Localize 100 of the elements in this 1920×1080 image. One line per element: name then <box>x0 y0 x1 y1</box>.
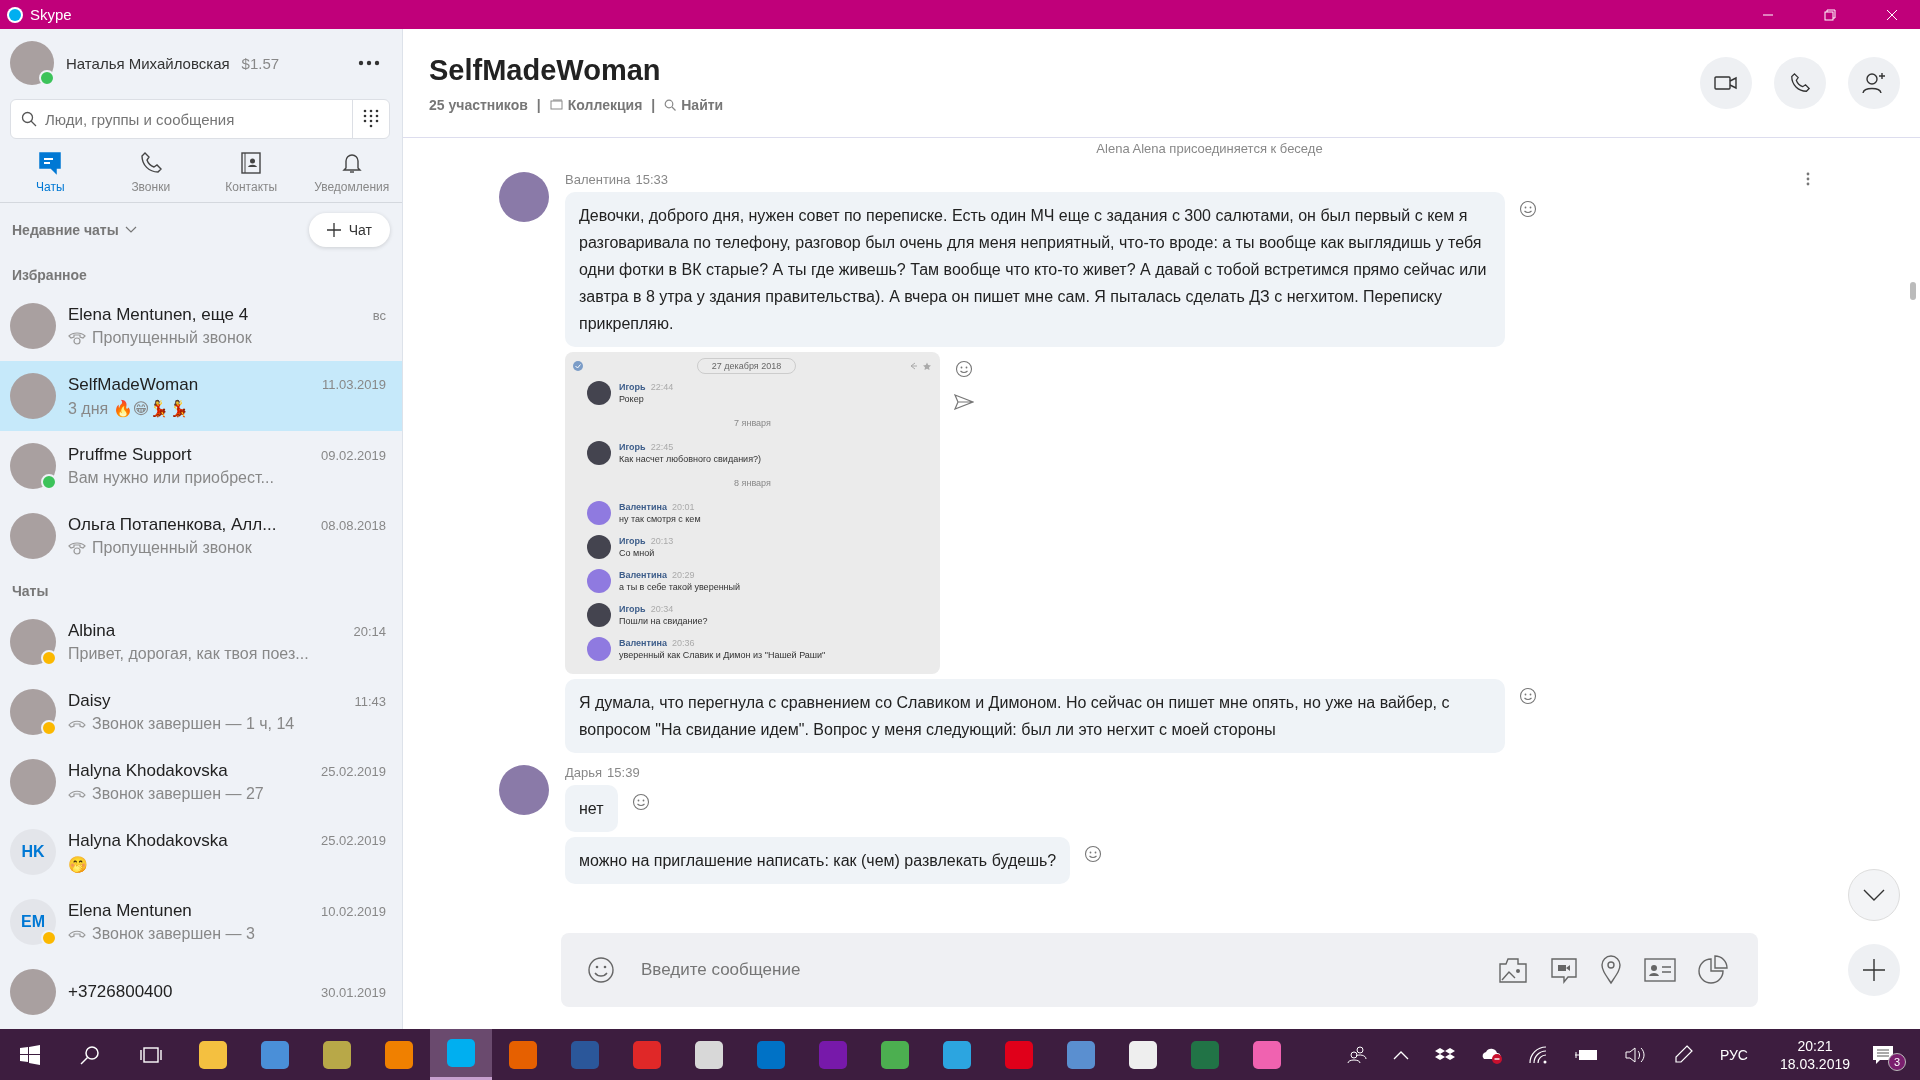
bell-icon <box>339 151 364 175</box>
nav-tab[interactable]: Чаты <box>0 151 101 194</box>
volume-icon[interactable] <box>1624 1045 1647 1064</box>
check-icon <box>573 361 583 371</box>
restore-icon[interactable] <box>1824 8 1836 21</box>
forward-icon[interactable] <box>954 394 974 410</box>
app-tile-icon <box>1129 1040 1157 1069</box>
location-pin-icon[interactable] <box>1600 955 1622 985</box>
more-icon[interactable] <box>358 60 380 66</box>
chat-list-item[interactable]: Elena Mentunen, еще 4 вс Пропущенный звонок <box>0 291 402 361</box>
message-preview: Звонок завершен — 3 <box>92 925 255 943</box>
battery-icon[interactable] <box>1574 1047 1599 1062</box>
chat-name: Pruffme Support <box>68 445 192 465</box>
plus-icon <box>326 223 341 237</box>
search-icon[interactable] <box>80 1044 100 1065</box>
chat-list-item[interactable]: Pruffme Support 09.02.2019 Вам нужно или приобрест... <box>0 431 402 501</box>
avatar-placeholder: HK <box>10 829 56 875</box>
sender-name: Игорь <box>619 536 646 546</box>
chat-list-item[interactable]: Ольга Потапенкова, Алл... 08.08.2018 Пропущенный звонок <box>0 501 402 571</box>
clock[interactable]: 20:21 18.03.2019 <box>1779 1037 1850 1072</box>
scroll-down-button[interactable] <box>1848 869 1900 921</box>
message-text: уверенный как Славик и Димон из "Нашей Раши" <box>619 650 826 660</box>
header-link[interactable]: Найти <box>664 96 724 113</box>
search-bar[interactable]: Люди, группы и сообщения <box>10 99 390 139</box>
audio-call-button[interactable] <box>1774 57 1826 109</box>
message-text: Как насчет любовного свидания?) <box>619 454 762 464</box>
smiley-icon[interactable] <box>1519 687 1537 705</box>
chat-list-item[interactable]: Daisy 11:43 Звонок завершен — 1 ч, 14 <box>0 677 402 747</box>
wifi-icon[interactable] <box>1528 1045 1549 1064</box>
date-divider: 8 января <box>733 477 772 490</box>
dialpad-icon[interactable] <box>363 109 379 129</box>
language-indicator[interactable]: РУС <box>1719 1046 1748 1063</box>
chevron-up-icon[interactable] <box>1392 1049 1409 1060</box>
sender-name: Дарья <box>565 765 603 780</box>
chat-list-item[interactable]: Halyna Khodakovska 25.02.2019 Звонок завершен — 27 <box>0 747 402 817</box>
add-people-button[interactable] <box>1848 57 1900 109</box>
message-time: 22:45 <box>650 442 674 452</box>
chat-list-item[interactable]: Albina 20:14 Привет, дорогая, как твоя поез... <box>0 607 402 677</box>
recent-chats-dropdown[interactable]: Недавние чаты <box>12 222 137 238</box>
video-message-icon[interactable] <box>1550 956 1578 984</box>
more-options-icon[interactable] <box>1806 172 1810 186</box>
image-icon[interactable] <box>1498 956 1528 984</box>
balance: $1.57 <box>241 54 280 72</box>
chat-name: Halyna Khodakovska <box>68 761 228 781</box>
task-view-icon[interactable] <box>140 1044 162 1065</box>
message-time: 20:01 <box>671 502 695 512</box>
smiley-icon[interactable] <box>631 793 650 811</box>
chat-list-item[interactable]: +3726800400 30.01.2019 <box>0 957 402 1027</box>
chat-list-item[interactable]: SelfMadeWoman 11.03.2019 3 дня 🔥😁💃💃 <box>0 361 402 431</box>
chat-time: 11.03.2019 <box>321 377 386 392</box>
message-time: 20:29 <box>671 570 695 580</box>
box-icon[interactable] <box>1434 1046 1455 1063</box>
system-message: Alena Alena присоединяется к беседе <box>1095 140 1324 158</box>
smiley-icon[interactable] <box>1519 200 1537 218</box>
add-person-icon <box>1862 72 1886 94</box>
chat-list-item[interactable]: HK Halyna Khodakovska 25.02.2019 🤭 <box>0 817 402 887</box>
windows-start-icon[interactable] <box>20 1044 40 1065</box>
chat-time: 20:14 <box>353 623 386 639</box>
smiley-icon[interactable] <box>1084 845 1103 863</box>
sender-name: Валентина <box>619 570 667 580</box>
chevron-down-icon <box>1863 889 1885 901</box>
message-time: 20:34 <box>650 604 674 614</box>
message-time: 20:13 <box>650 536 674 546</box>
sender-name: Валентина <box>619 638 667 648</box>
scrollbar-thumb[interactable] <box>1910 282 1916 300</box>
header-link[interactable]: 25 участников <box>429 96 528 113</box>
video-call-button[interactable] <box>1700 57 1752 109</box>
people-icon[interactable] <box>1346 1045 1367 1064</box>
chat-time: 30.01.2019 <box>320 984 386 1000</box>
chat-time: 25.02.2019 <box>320 763 386 779</box>
header-link[interactable]: Коллекция <box>549 96 643 113</box>
chat-time: 11:43 <box>354 693 386 709</box>
sender-name: Игорь <box>619 382 646 392</box>
compose-bar[interactable]: Введите сообщение <box>561 933 1758 1007</box>
new-chat-button[interactable]: Чат <box>308 213 390 247</box>
chevron-down-icon <box>124 226 137 234</box>
phone-icon <box>138 151 163 175</box>
section-heading: Чаты <box>11 582 50 601</box>
close-icon[interactable] <box>1886 8 1898 21</box>
pen-icon[interactable] <box>1672 1044 1693 1065</box>
chat-screenshot[interactable] <box>565 352 940 674</box>
emoji-icon[interactable] <box>587 956 615 984</box>
pie-chart-icon[interactable] <box>1698 955 1728 985</box>
smiley-icon[interactable] <box>955 360 973 378</box>
add-button[interactable] <box>1848 944 1900 996</box>
chat-name: Ольга Потапенкова, Алл... <box>68 515 277 535</box>
chat-name: +3726800400 <box>68 982 173 1002</box>
hang-up-icon <box>68 789 86 799</box>
chat-time: 08.08.2018 <box>320 517 386 533</box>
search-icon <box>21 111 37 127</box>
plus-icon <box>1863 959 1885 981</box>
contact-card-icon[interactable] <box>1644 958 1676 982</box>
logo-icon <box>6 5 24 24</box>
reply-star-icon <box>910 361 932 371</box>
notification-center-icon[interactable] <box>1872 1044 1894 1065</box>
search-field[interactable]: Люди, группы и сообщения <box>45 106 342 132</box>
app-tile-icon <box>1067 1040 1095 1069</box>
chat-list-item[interactable]: EM Elena Mentunen 10.02.2019 Звонок завершен — 3 <box>0 887 402 957</box>
chat-name: Elena Mentunen, еще 4 <box>68 305 249 325</box>
message-input[interactable]: Введите сообщение <box>641 956 1476 984</box>
